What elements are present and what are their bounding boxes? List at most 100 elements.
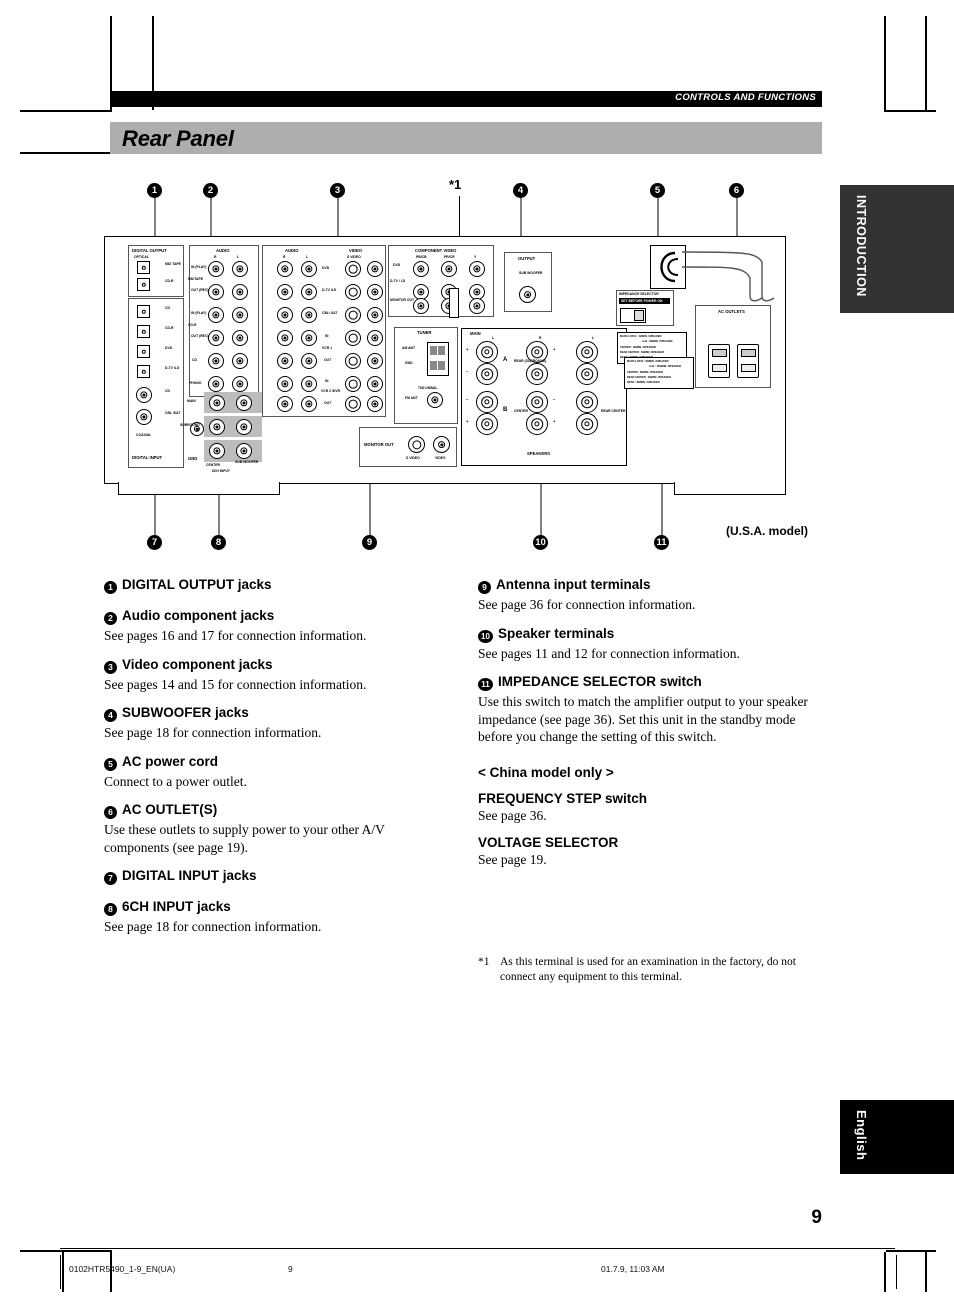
- set-before-power-bar: SET BEFORE POWER ON: [619, 298, 670, 304]
- left-description-column: 1 DIGITAL OUTPUT jacks 2 Audio component j…: [104, 576, 434, 947]
- digital-in-row-5-label: CD: [165, 389, 170, 393]
- component-video-block: COMPONENT VIDEO PB/CB PR/CR Y DVD D-TV /…: [388, 245, 494, 317]
- chassis-foot-right: [674, 482, 786, 495]
- item-2-title: 2 Audio component jacks: [104, 607, 434, 625]
- item-10-bullet: 10: [478, 629, 493, 643]
- gnd-label: GND: [188, 456, 198, 461]
- speaker-ch-l-a: L: [492, 336, 495, 340]
- chassis-foot-left: [118, 482, 280, 495]
- item-6-body: Use these outlets to supply power to you…: [104, 822, 385, 855]
- rear-center-label: REAR CENTER: [601, 409, 626, 413]
- audio-row-1-in: IN (PLAY): [191, 265, 207, 269]
- component-jack: [413, 298, 429, 314]
- speaker-post: [576, 413, 598, 435]
- speaker-minus-3: –: [553, 397, 556, 402]
- video-row-5-io: OUT: [324, 358, 332, 362]
- video-component-block: AUDIO VIDEO S VIDEO R L DVD D-TV /LD CBL…: [262, 245, 386, 417]
- tuner-header: TUNER: [417, 330, 432, 335]
- digital-in-row-3-label: DVD: [165, 346, 173, 350]
- audio-jack: [208, 376, 224, 392]
- star-note-1: *1: [449, 177, 462, 192]
- item-8-label: 6CH INPUT jacks: [122, 899, 231, 914]
- audio-jack: [277, 261, 293, 277]
- running-head-bar: CONTROLS AND FUNCTIONS: [110, 91, 822, 107]
- footnote-text: As this terminal is used for an examinat…: [500, 956, 796, 983]
- monitor-s-video-label: S VIDEO: [406, 456, 420, 460]
- fm-ant-label: FM ANT: [405, 396, 418, 400]
- audio-left-ch-l: L: [237, 255, 240, 259]
- audio-jack: [232, 261, 248, 277]
- component-row-3-label: MONITOR OUT: [390, 298, 415, 302]
- six-ch-main-label: MAIN: [187, 399, 196, 403]
- item-4-bullet: 4: [104, 709, 117, 722]
- speakers-center-label: CENTER: [514, 409, 528, 413]
- impedance-a-line-2: A+B : 8ΩMIN. /SPEAKER: [642, 340, 673, 343]
- impedance-switch[interactable]: [620, 308, 646, 323]
- item-5-bullet: 5: [104, 757, 117, 771]
- item-8-title: 8 6CH INPUT jacks: [104, 898, 434, 916]
- impedance-a-line-1: MAIN A OR B : 4ΩMIN. /SPEAKER: [620, 335, 662, 338]
- callout-11: 11: [654, 325, 669, 550]
- item-7-bullet: 7: [104, 872, 117, 885]
- s-video-jack: [345, 330, 361, 346]
- digital-in-row-1-label: CD: [165, 306, 170, 310]
- item-3-label: Video component jacks: [122, 656, 273, 672]
- audio-jack: [277, 330, 293, 346]
- video-row-3-label: CBL/ SAT: [322, 311, 338, 315]
- subwoofer-output-block: OUTPUT SUB WOOFER: [504, 252, 552, 312]
- component-jack: [413, 261, 429, 277]
- impedance-selector-block: IMPEDANCE SELECTOR SET BEFORE POWER ON: [616, 290, 674, 326]
- speaker-group-a: A: [503, 357, 508, 363]
- item-9-body: See page 36 for connection information.: [478, 597, 696, 612]
- speaker-group-b: B: [503, 407, 508, 413]
- impedance-a-line-4: REAR CENTER : 6ΩMIN. /SPEAKER: [620, 351, 665, 354]
- frequency-step-title: FREQUENCY STEP switch: [478, 790, 648, 806]
- side-tab-introduction: INTRODUCTION: [840, 185, 954, 313]
- fm-antenna-jack: [427, 392, 443, 408]
- audio-row-3-label: CD: [192, 358, 197, 362]
- item-10-title: 10 Speaker terminals: [478, 625, 808, 643]
- six-ch-subwoofer-label: SUB WOOFER: [235, 460, 259, 464]
- video-header: VIDEO: [349, 248, 363, 253]
- monitor-video-label: VIDEO: [435, 456, 446, 460]
- component-jack: [441, 261, 457, 277]
- subwoofer-label: SUB WOOFER: [519, 271, 543, 275]
- footer-page: 9: [288, 1264, 293, 1274]
- audio-jack: [301, 376, 317, 392]
- rear-surround-label: REAR (SURROUND): [514, 359, 547, 363]
- audio-row-4-label: PHONO: [189, 381, 202, 385]
- right-description-column: 9 Antenna input terminals See page 36 for…: [478, 576, 808, 880]
- item-10-label: Speaker terminals: [498, 625, 615, 641]
- audio-left-header: AUDIO: [216, 248, 230, 253]
- item-1-title: 1 DIGITAL OUTPUT jacks: [104, 576, 434, 594]
- audio-row-2-in: IN (PLAY): [191, 311, 207, 315]
- item-3-bullet: 3: [104, 660, 117, 674]
- audio-right-header: AUDIO: [285, 248, 299, 253]
- item-11-title: 11 IMPEDANCE SELECTOR switch: [478, 673, 808, 691]
- audio-jack: [208, 353, 224, 369]
- item-4-body: See page 18 for connection information.: [104, 725, 322, 740]
- power-cord-icon: [660, 251, 679, 283]
- footer-filename: 0102HTR5490_1-9_EN(UA): [69, 1264, 176, 1274]
- page-title: Rear Panel: [122, 126, 234, 151]
- audio-jack: [277, 284, 293, 300]
- speaker-post: [476, 413, 498, 435]
- component-jack: [469, 261, 485, 277]
- audio-row-2-out: OUT (REC): [191, 334, 209, 338]
- item-5-title: 5 AC power cord: [104, 753, 434, 771]
- video-row-4-io: IN: [325, 334, 329, 338]
- callout-9-number: 9: [362, 535, 377, 550]
- video-jack: [367, 284, 383, 300]
- impedance-selector-label: IMPEDANCE SELECTOR: [619, 292, 659, 296]
- item-6-title: 6 AC OUTLET(S): [104, 801, 434, 819]
- audio-jack: [232, 307, 248, 323]
- audio-right-ch-r: R: [283, 255, 286, 259]
- item-1-bullet: 1: [104, 581, 117, 594]
- component-row-1-label: DVD: [393, 263, 401, 267]
- page-footer: 0102HTR5490_1-9_EN(UA) 9 01.7.9, 11:03 A…: [60, 1255, 897, 1289]
- speaker-ch-r-a: R: [539, 336, 542, 340]
- audio-jack: [232, 353, 248, 369]
- audio-jack: [301, 396, 317, 412]
- subwoofer-output-label: OUTPUT: [518, 256, 536, 261]
- audio-jack: [301, 353, 317, 369]
